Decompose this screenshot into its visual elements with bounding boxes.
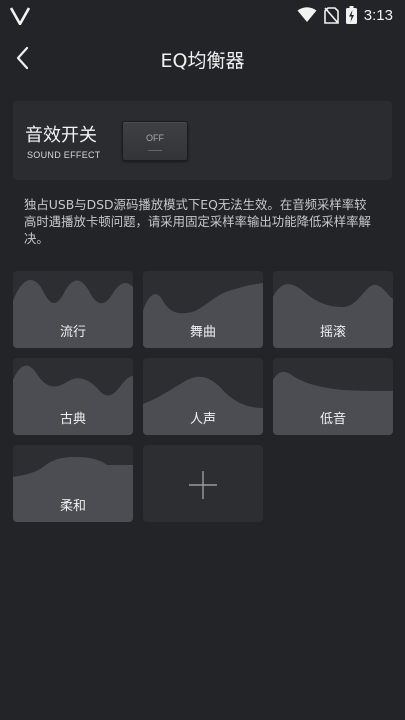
preset-classical[interactable]: 古典 xyxy=(13,358,133,435)
preset-pop[interactable]: 流行 xyxy=(13,271,133,348)
preset-label: 古典 xyxy=(59,412,86,427)
preset-dance[interactable]: 舞曲 xyxy=(143,271,263,348)
wifi-icon xyxy=(297,7,317,22)
title-bar: EQ均衡器 xyxy=(0,36,405,80)
page-title: EQ均衡器 xyxy=(160,50,245,72)
preset-vocal[interactable]: 人声 xyxy=(143,358,263,435)
preset-bass[interactable]: 低音 xyxy=(273,358,393,435)
status-time: 3:13 xyxy=(363,6,393,24)
toggle-state-label: OFF xyxy=(146,133,164,143)
eq-notice-text: 独占USB与DSD源码播放模式下EQ无法生效。在音频采样率较高时遇播放卡顿问题，… xyxy=(24,197,371,246)
preset-rock[interactable]: 摇滚 xyxy=(273,271,393,348)
preset-label: 柔和 xyxy=(59,499,86,514)
toggle-indicator xyxy=(148,150,162,151)
status-bar: 3:13 xyxy=(0,0,405,32)
sound-effect-toggle[interactable]: OFF xyxy=(122,121,188,161)
preset-label: 舞曲 xyxy=(189,325,216,340)
preset-label: 人声 xyxy=(189,412,216,427)
no-sim-icon xyxy=(323,6,339,24)
plus-icon xyxy=(189,471,217,499)
sound-effect-card: 音效开关 SOUND EFFECT OFF xyxy=(13,101,392,180)
preset-soft[interactable]: 柔和 xyxy=(13,445,133,522)
preset-label: 摇滚 xyxy=(319,325,346,340)
sound-effect-subtitle: SOUND EFFECT xyxy=(27,150,101,160)
battery-charging-icon xyxy=(345,6,357,24)
add-preset-button[interactable] xyxy=(143,445,263,522)
sound-effect-title: 音效开关 xyxy=(25,125,97,146)
v-logo-icon xyxy=(10,7,30,25)
preset-label: 流行 xyxy=(59,325,86,340)
preset-label: 低音 xyxy=(319,412,346,427)
